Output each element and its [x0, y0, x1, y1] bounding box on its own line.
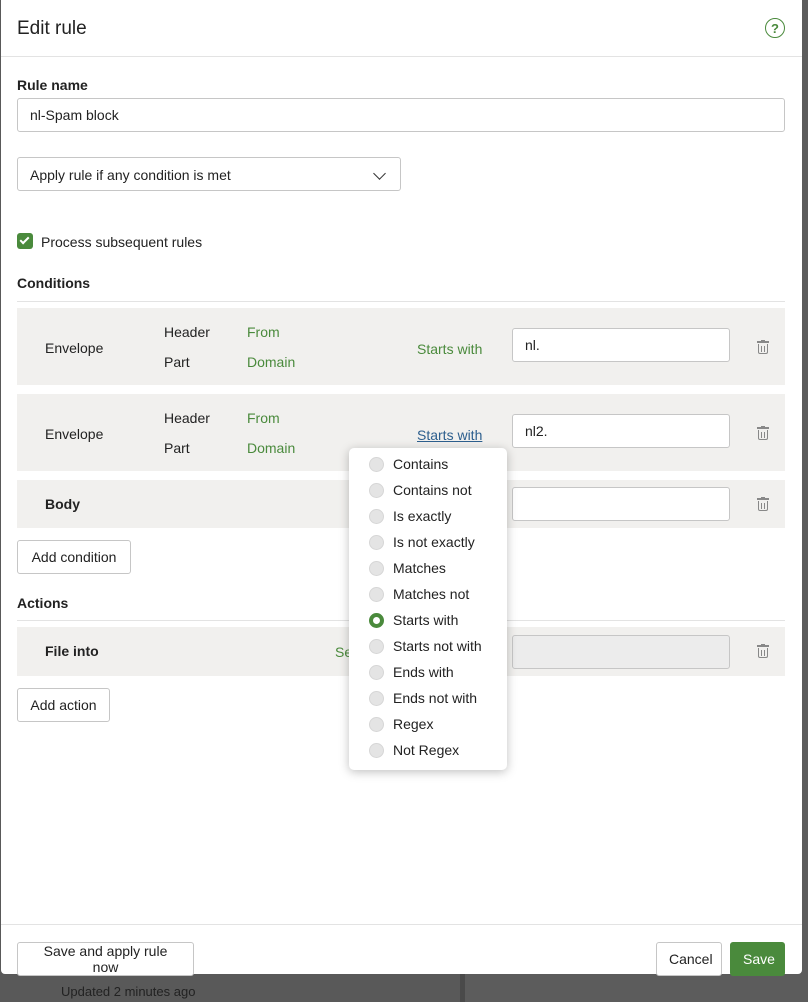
option-label: Matches not	[393, 586, 470, 602]
radio-icon	[369, 561, 384, 576]
condition-sub1-value[interactable]: From	[247, 324, 280, 340]
radio-icon	[369, 691, 384, 706]
radio-icon	[369, 483, 384, 498]
condition-sub2-value[interactable]: Domain	[247, 440, 295, 456]
radio-icon	[369, 639, 384, 654]
match-mode-selected: Apply rule if any condition is met	[30, 167, 231, 183]
conditions-heading: Conditions	[17, 275, 91, 291]
option-label: Ends with	[393, 664, 454, 680]
condition-field: Body	[45, 496, 80, 512]
option-label: Is not exactly	[393, 534, 475, 550]
operator-option[interactable]: Starts not with	[349, 634, 507, 660]
operator-dropdown: Contains Contains not Is exactly Is not …	[349, 448, 507, 770]
operator-option[interactable]: Contains not	[349, 478, 507, 504]
action-target-field[interactable]	[512, 635, 730, 669]
operator-option[interactable]: Matches	[349, 556, 507, 582]
radio-icon	[369, 665, 384, 680]
radio-selected-icon	[369, 613, 384, 628]
condition-sub1-value[interactable]: From	[247, 410, 280, 426]
condition-field: Envelope	[45, 340, 104, 356]
operator-option[interactable]: Contains	[349, 452, 507, 478]
operator-option[interactable]: Ends not with	[349, 686, 507, 712]
option-label: Is exactly	[393, 508, 452, 524]
actions-heading: Actions	[17, 595, 69, 611]
rule-name-label: Rule name	[17, 77, 88, 93]
condition-sub2-label: Part	[164, 440, 190, 456]
chevron-down-icon	[373, 167, 386, 180]
rule-name-input[interactable]	[17, 98, 785, 132]
condition-value-input[interactable]	[512, 328, 730, 362]
add-condition-button[interactable]: Add condition	[17, 540, 131, 574]
condition-operator[interactable]: Starts with	[417, 341, 482, 357]
operator-option[interactable]: Matches not	[349, 582, 507, 608]
add-action-button[interactable]: Add action	[17, 688, 110, 722]
background-updated-text: Updated 2 minutes ago	[61, 984, 196, 999]
action-type: File into	[45, 643, 99, 659]
operator-option[interactable]: Ends with	[349, 660, 507, 686]
modal-header: Edit rule ?	[1, 0, 802, 57]
radio-icon	[369, 587, 384, 602]
radio-icon	[369, 457, 384, 472]
condition-field: Envelope	[45, 426, 104, 442]
condition-sub1-label: Header	[164, 410, 210, 426]
operator-option[interactable]: Regex	[349, 712, 507, 738]
option-label: Starts not with	[393, 638, 482, 654]
condition-row: Envelope Header From Part Domain Starts …	[17, 308, 785, 385]
save-and-apply-button[interactable]: Save and apply rule now	[17, 942, 194, 976]
condition-operator-active[interactable]: Starts with	[417, 427, 482, 443]
option-label: Contains not	[393, 482, 472, 498]
trash-icon[interactable]	[757, 340, 769, 354]
operator-option-selected[interactable]: Starts with	[349, 608, 507, 634]
condition-sub2-value[interactable]: Domain	[247, 354, 295, 370]
match-mode-select[interactable]: Apply rule if any condition is met	[17, 157, 401, 191]
option-label: Matches	[393, 560, 446, 576]
option-label: Not Regex	[393, 742, 460, 758]
save-button[interactable]: Save	[730, 942, 785, 976]
trash-icon[interactable]	[757, 497, 769, 511]
trash-icon[interactable]	[757, 426, 769, 440]
condition-sub2-label: Part	[164, 354, 190, 370]
process-subsequent-checkbox[interactable]	[17, 233, 33, 249]
option-label: Starts with	[393, 612, 459, 628]
trash-icon[interactable]	[757, 644, 769, 658]
condition-sub1-label: Header	[164, 324, 210, 340]
radio-icon	[369, 509, 384, 524]
option-label: Contains	[393, 456, 449, 472]
operator-option[interactable]: Not Regex	[349, 738, 507, 764]
option-label: Regex	[393, 716, 434, 732]
operator-option[interactable]: Is exactly	[349, 504, 507, 530]
conditions-divider	[17, 301, 785, 302]
radio-icon	[369, 717, 384, 732]
modal-footer-divider	[1, 924, 802, 925]
condition-value-input[interactable]	[512, 414, 730, 448]
radio-icon	[369, 743, 384, 758]
option-label: Ends not with	[393, 690, 478, 706]
radio-icon	[369, 535, 384, 550]
checkmark-icon	[19, 234, 30, 245]
cancel-button[interactable]: Cancel	[656, 942, 722, 976]
process-subsequent-label: Process subsequent rules	[41, 234, 203, 250]
operator-option[interactable]: Is not exactly	[349, 530, 507, 556]
condition-value-input[interactable]	[512, 487, 730, 521]
help-icon[interactable]: ?	[765, 18, 785, 38]
modal-title: Edit rule	[17, 18, 87, 39]
